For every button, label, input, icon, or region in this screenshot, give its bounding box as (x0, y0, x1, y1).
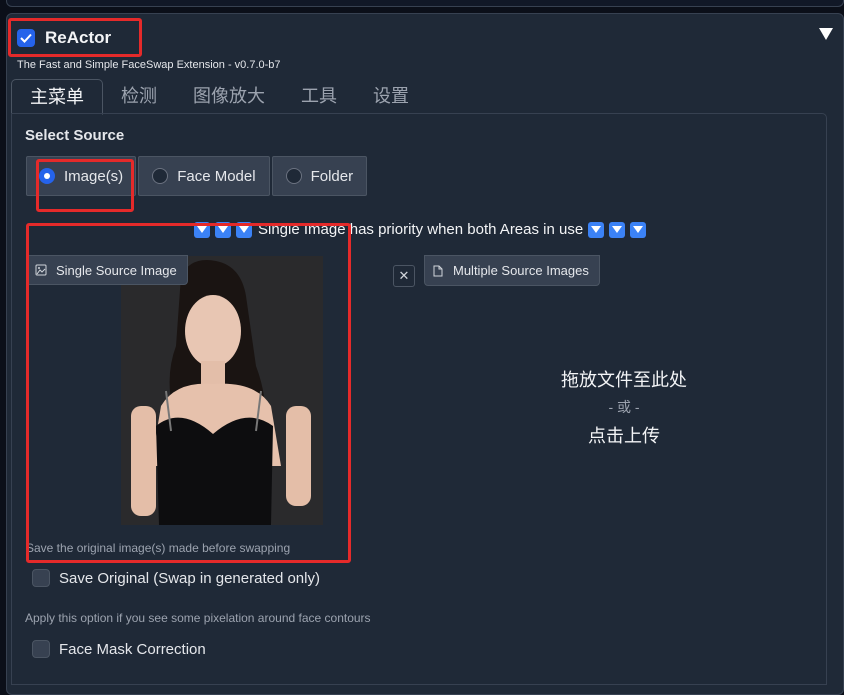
down-arrow-icon (588, 221, 605, 238)
image-icon (35, 264, 47, 276)
radio-label: Folder (310, 167, 354, 185)
save-original-hint: Save the original image(s) made before s… (26, 541, 291, 555)
tab-settings[interactable]: 设置 (355, 79, 427, 113)
face-mask-hint: Apply this option if you see some pixela… (25, 611, 371, 625)
extension-title: ReActor (45, 28, 112, 47)
check-icon (20, 33, 32, 43)
radio-folder[interactable]: Folder (271, 156, 368, 196)
face-mask-option[interactable]: Face Mask Correction (32, 640, 206, 658)
save-original-checkbox[interactable] (32, 569, 50, 587)
radio-images[interactable]: Image(s) (26, 156, 137, 196)
multiple-images-dropzone[interactable]: 拖放文件至此处 - 或 - 点击上传 (424, 284, 824, 530)
click-upload-text: 点击上传 (588, 426, 660, 446)
source-photo (121, 256, 323, 525)
down-arrow-icon (609, 221, 626, 238)
radio-label: Image(s) (64, 167, 124, 185)
save-original-label: Save Original (Swap in generated only) (59, 569, 320, 587)
source-radio-group: Image(s) Face Model Folder (26, 156, 368, 196)
close-icon: ✕ (398, 268, 410, 283)
tab-tools[interactable]: 工具 (283, 79, 355, 113)
face-mask-checkbox[interactable] (32, 640, 50, 658)
down-arrow-icon (236, 221, 252, 238)
radio-face-model[interactable]: Face Model (138, 156, 270, 196)
single-source-image-label: Single Source Image (26, 255, 188, 285)
enable-checkbox[interactable] (17, 29, 35, 47)
select-source-label: Select Source (25, 127, 125, 144)
drop-or-text: - 或 - (608, 399, 640, 415)
down-arrow-icon (215, 221, 231, 238)
radio-dot (285, 168, 302, 184)
tab-main[interactable]: 主菜单 (11, 79, 103, 115)
radio-label: Face Model (177, 167, 256, 185)
clear-image-button[interactable]: ✕ (393, 265, 415, 287)
extension-subtitle: The Fast and Simple FaceSwap Extension -… (17, 59, 281, 71)
priority-note: Single Image has priority when both Area… (194, 221, 651, 238)
previous-panel-edge (6, 0, 844, 7)
down-arrow-icon (194, 221, 210, 238)
collapse-icon[interactable] (819, 28, 833, 40)
multiple-source-images-label: Multiple Source Images (424, 255, 600, 286)
tab-detection[interactable]: 检测 (103, 79, 175, 113)
tab-bar: 主菜单 检测 图像放大 工具 设置 (11, 79, 427, 115)
reactor-header[interactable]: ReActor (17, 24, 111, 52)
tab-upscale[interactable]: 图像放大 (175, 79, 283, 113)
label-text: Single Source Image (56, 262, 177, 278)
radio-dot (39, 168, 55, 184)
radio-dot (152, 168, 169, 184)
save-original-option[interactable]: Save Original (Swap in generated only) (32, 569, 320, 587)
file-icon (433, 265, 443, 276)
priority-text: Single Image has priority when both Area… (258, 221, 584, 238)
face-mask-label: Face Mask Correction (59, 640, 206, 658)
drop-text: 拖放文件至此处 (561, 370, 687, 390)
label-text: Multiple Source Images (453, 263, 589, 278)
down-arrow-icon (630, 221, 647, 238)
